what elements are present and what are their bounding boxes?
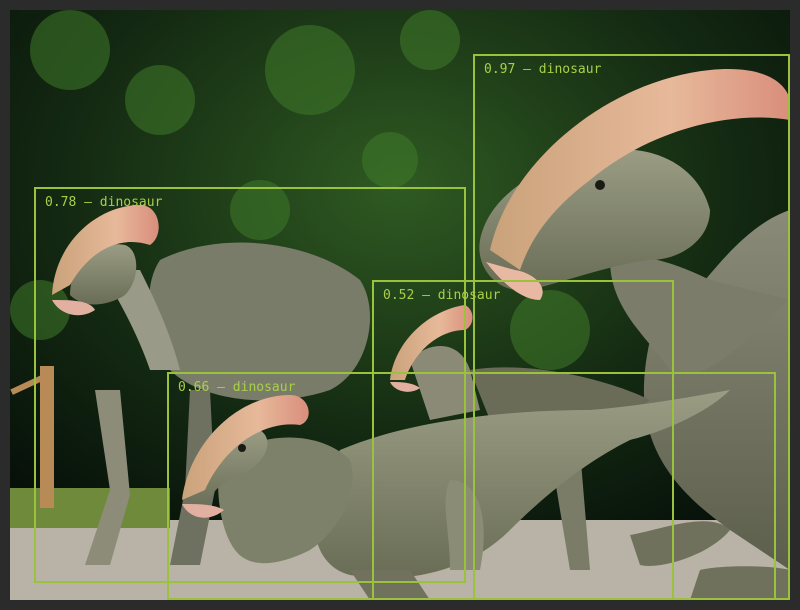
detection-label-4: 0.66 – dinosaur [178, 380, 296, 395]
detection-label-3: 0.52 – dinosaur [383, 288, 501, 303]
detection-label-1: 0.97 – dinosaur [484, 62, 602, 77]
detection-box-4: 0.66 – dinosaur [167, 372, 776, 600]
detection-label-2: 0.78 – dinosaur [45, 195, 163, 210]
photo-frame: 0.97 – dinosaur 0.78 – dinosaur 0.52 – d… [10, 10, 790, 600]
